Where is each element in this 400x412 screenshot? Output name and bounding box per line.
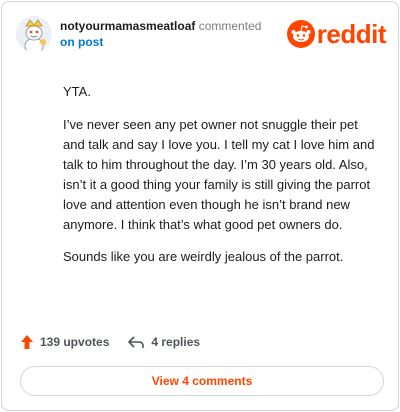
username-link[interactable]: notyourmamasmeatloaf [60, 19, 195, 33]
comment-meta: notyourmamasmeatloaf commented on post [60, 18, 280, 50]
upvote-count: 139 upvotes [40, 335, 110, 349]
upvote-button[interactable]: 139 upvotes [20, 334, 109, 350]
comment-paragraph: Sounds like you are weirdly jealous of t… [63, 249, 344, 264]
reply-count: 4 replies [151, 335, 201, 349]
reply-button[interactable]: 4 replies [127, 335, 200, 349]
reddit-logo[interactable]: reddit [286, 18, 387, 50]
view-comments-button[interactable]: View 4 comments [20, 366, 384, 396]
comment-stats: 139 upvotes 4 replies [20, 332, 200, 352]
comment-body: YTA. I’ve never seen any pet owner not s… [63, 82, 377, 279]
reply-arrow-icon [128, 336, 145, 348]
comment-card: notyourmamasmeatloaf commented on post r… [1, 1, 399, 411]
upvote-arrow-icon [21, 335, 33, 349]
snoo-avatar-icon [16, 16, 52, 52]
avatar[interactable] [16, 16, 52, 52]
comment-paragraph: I’ve never seen any pet owner not snuggl… [63, 117, 375, 232]
comment-paragraph: YTA. [63, 84, 91, 99]
comment-header: notyourmamasmeatloaf commented on post r… [16, 16, 387, 56]
action-text: commented [198, 19, 262, 33]
post-link[interactable]: on post [60, 35, 103, 49]
reddit-wordmark: reddit [316, 19, 387, 49]
reddit-snoo-icon [286, 20, 315, 48]
